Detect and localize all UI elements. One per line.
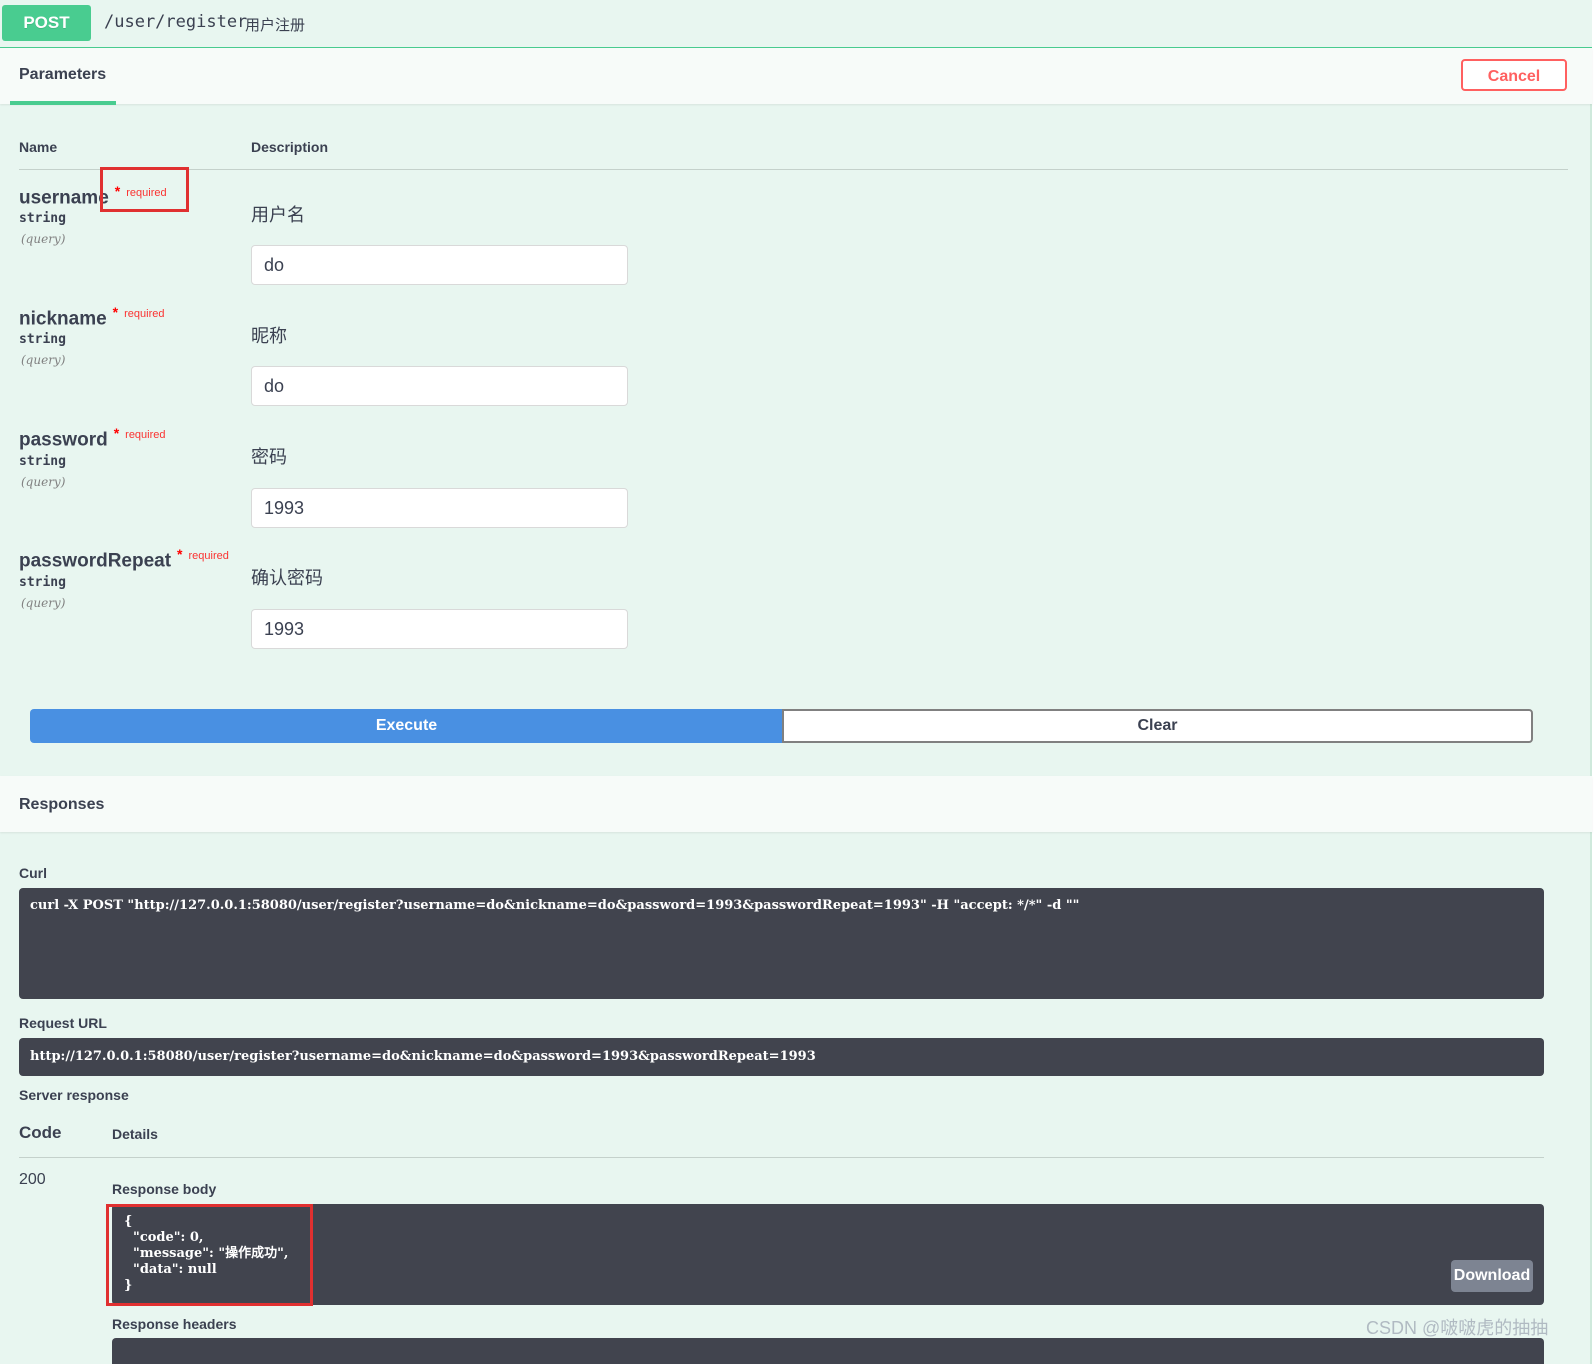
tab-parameters-label: Parameters: [19, 66, 107, 83]
required-highlight-box: [100, 167, 189, 212]
param-name-text: password: [19, 429, 108, 451]
param-name-text: passwordRepeat: [19, 550, 172, 572]
required-label: required: [125, 429, 166, 441]
param-name-text: nickname: [19, 308, 107, 330]
nickname-input[interactable]: [251, 366, 628, 406]
required-star: *: [113, 425, 120, 441]
response-headers-label: Response headers: [112, 1316, 237, 1332]
operation-block: POST /user/register 用户注册 Parameters Canc…: [0, 0, 1592, 1364]
param-type: string: [19, 211, 66, 226]
watermark: CSDN @啵啵虎的抽抽: [1366, 1318, 1549, 1338]
server-response-label: Server response: [19, 1087, 129, 1103]
request-url-label: Request URL: [19, 1015, 107, 1031]
param-name-text: username: [19, 187, 109, 209]
param-type: string: [19, 454, 66, 469]
code-column-header: Code: [19, 1123, 62, 1142]
param-location: (query): [21, 596, 66, 610]
responses-header: Responses: [0, 776, 1592, 832]
curl-code-block[interactable]: curl -X POST "http://127.0.0.1:58080/use…: [19, 888, 1544, 999]
param-location: (query): [21, 353, 66, 367]
download-button[interactable]: Download: [1451, 1260, 1533, 1292]
operation-summary-text: 用户注册: [245, 17, 306, 34]
required-star: *: [177, 546, 183, 562]
execute-button[interactable]: Execute: [30, 709, 783, 743]
password-input[interactable]: [251, 488, 628, 528]
curl-label: Curl: [19, 865, 47, 881]
param-name-password: password * required: [19, 425, 166, 451]
response-highlight-box: [106, 1204, 313, 1306]
required-star: *: [112, 304, 119, 320]
param-description: 用户名: [251, 205, 305, 225]
cancel-button[interactable]: Cancel: [1461, 59, 1567, 91]
param-description: 密码: [251, 447, 287, 467]
param-description: 确认密码: [251, 568, 323, 588]
request-url-block[interactable]: http://127.0.0.1:58080/user/register?use…: [19, 1038, 1544, 1076]
param-location: (query): [21, 475, 66, 489]
param-name-nickname: nickname * required: [19, 304, 164, 330]
response-status-code: 200: [19, 1171, 46, 1188]
method-badge: POST: [2, 5, 91, 41]
operation-summary[interactable]: POST /user/register 用户注册: [0, 0, 1592, 48]
tab-parameters[interactable]: Parameters: [10, 48, 116, 105]
param-type: string: [19, 575, 66, 590]
column-header-name: Name: [19, 139, 58, 155]
required-label: required: [188, 550, 229, 562]
responses-title: Responses: [19, 796, 105, 813]
param-name-passwordrepeat: passwordRepeat * required: [19, 546, 229, 572]
response-body-block[interactable]: { "code": 0, "message": "操作成功", "data": …: [112, 1204, 1544, 1305]
param-type: string: [19, 332, 66, 347]
password-repeat-input[interactable]: [251, 609, 628, 649]
response-body-label: Response body: [112, 1181, 217, 1197]
column-header-description: Description: [251, 139, 329, 155]
header-divider: [19, 169, 1568, 170]
response-table-divider: [19, 1157, 1544, 1158]
parameters-header: Parameters: [0, 48, 1592, 105]
details-column-header: Details: [112, 1126, 158, 1142]
username-input[interactable]: [251, 245, 628, 285]
param-description: 昵称: [251, 326, 287, 346]
param-location: (query): [21, 232, 66, 246]
clear-button[interactable]: Clear: [782, 709, 1533, 743]
response-headers-block[interactable]: [112, 1338, 1544, 1364]
required-label: required: [124, 308, 165, 320]
operation-path: /user/register: [104, 12, 248, 32]
